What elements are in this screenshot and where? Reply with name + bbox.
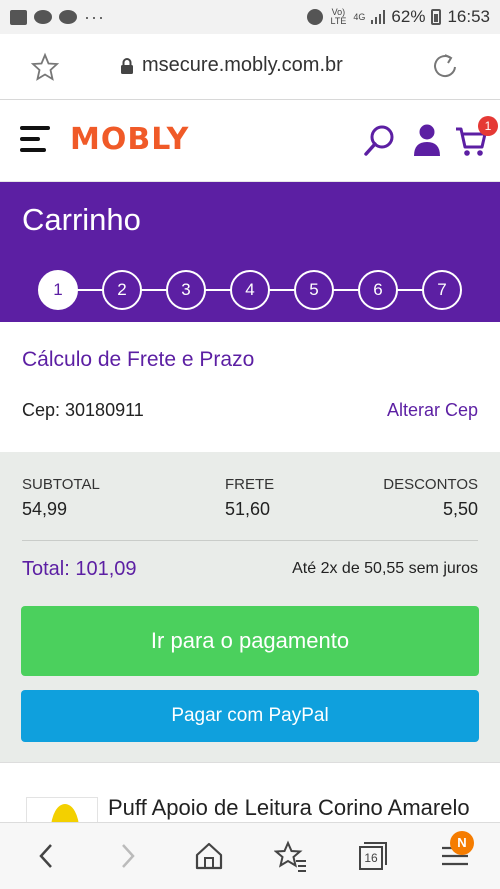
notification-badge: N — [450, 831, 474, 855]
menu-icon[interactable] — [20, 126, 50, 154]
back-icon[interactable] — [30, 839, 64, 873]
battery-icon — [431, 9, 442, 25]
browser-url-bar: msecure.mobly.com.br — [0, 34, 500, 100]
page-title: Carrinho — [22, 202, 141, 237]
cloud-icon — [59, 10, 77, 24]
go-to-payment-button[interactable]: Ir para o pagamento — [21, 606, 479, 676]
step-1: 1 — [38, 270, 78, 310]
discounts-value: 5,50 — [442, 499, 478, 519]
cart-header: Carrinho 1 2 3 4 5 6 7 — [0, 182, 500, 322]
product-name[interactable]: Puff Apoio de Leitura Corino Amarelo — [108, 795, 470, 821]
step-6: 6 — [358, 270, 398, 310]
subtotal: SUBTOTAL 54,99 — [22, 476, 100, 520]
step-2: 2 — [102, 270, 142, 310]
cep-value: Cep: 30180911 — [22, 400, 144, 420]
step-7: 7 — [422, 270, 462, 310]
volte-indicator: Vo) LTE — [330, 7, 347, 26]
signal-icon — [371, 10, 386, 24]
search-icon[interactable] — [362, 124, 396, 158]
cart-item: Puff Apoio de Leitura Corino Amarelo — [0, 762, 500, 822]
discounts-label: DESCONTOS — [383, 476, 478, 493]
network-type: 4G — [353, 11, 366, 22]
status-bar: ··· Vo) LTE 4G 62% 16:53 — [0, 0, 500, 34]
site-header: MOBLY — [0, 100, 500, 182]
gallery-icon — [10, 9, 27, 25]
more-notifications-icon: ··· — [84, 6, 105, 27]
step-5: 5 — [294, 270, 334, 310]
user-icon[interactable] — [412, 122, 442, 158]
shipping-cost-label: FRETE — [225, 476, 275, 493]
home-icon[interactable] — [192, 839, 226, 873]
browser-bottom-nav: 16 N — [0, 822, 500, 889]
shipping-cost: FRETE 51,60 — [225, 476, 274, 520]
change-cep-link[interactable]: Alterar Cep — [387, 400, 478, 421]
order-summary: SUBTOTAL 54,99 FRETE 51,60 DESCONTOS 5,5… — [0, 452, 500, 762]
subtotal-value: 54,99 — [22, 499, 68, 519]
mobly-logo[interactable]: MOBLY — [70, 122, 189, 157]
forward-icon[interactable] — [110, 839, 144, 873]
order-total: Total: 101,09 — [22, 558, 137, 580]
clock: 16:53 — [447, 7, 490, 26]
product-image[interactable] — [26, 797, 98, 822]
voicemail-icon — [34, 10, 52, 24]
alarm-icon — [307, 9, 324, 25]
battery-percent: 62% — [391, 7, 426, 26]
bookmarks-icon[interactable] — [274, 839, 308, 873]
step-4: 4 — [230, 270, 270, 310]
paypal-button[interactable]: Pagar com PayPal — [21, 690, 479, 742]
star-icon[interactable] — [30, 52, 60, 82]
installments-text: Até 2x de 50,55 sem juros — [292, 560, 478, 577]
subtotal-label: SUBTOTAL — [22, 476, 100, 493]
divider — [22, 540, 478, 541]
shipping-title: Cálculo de Frete e Prazo — [22, 348, 255, 371]
address-field[interactable]: msecure.mobly.com.br — [120, 54, 343, 77]
cart-count-badge: 1 — [478, 116, 498, 136]
step-3: 3 — [166, 270, 206, 310]
status-notifications: ··· — [10, 7, 105, 28]
shipping-section: Cálculo de Frete e Prazo Cep: 30180911 A… — [0, 322, 500, 452]
tabs-icon[interactable]: 16 — [356, 839, 390, 873]
discounts: DESCONTOS 5,50 — [383, 476, 478, 520]
puff-image — [51, 804, 79, 822]
lock-icon — [121, 57, 133, 74]
reload-icon[interactable] — [430, 52, 460, 82]
url-text: msecure.mobly.com.br — [142, 54, 343, 76]
shipping-cost-value: 51,60 — [225, 499, 271, 519]
status-system: Vo) LTE 4G 62% 16:53 — [307, 7, 490, 27]
tabs-count: 16 — [364, 851, 378, 865]
checkout-steps: 1 2 3 4 5 6 7 — [38, 270, 464, 310]
